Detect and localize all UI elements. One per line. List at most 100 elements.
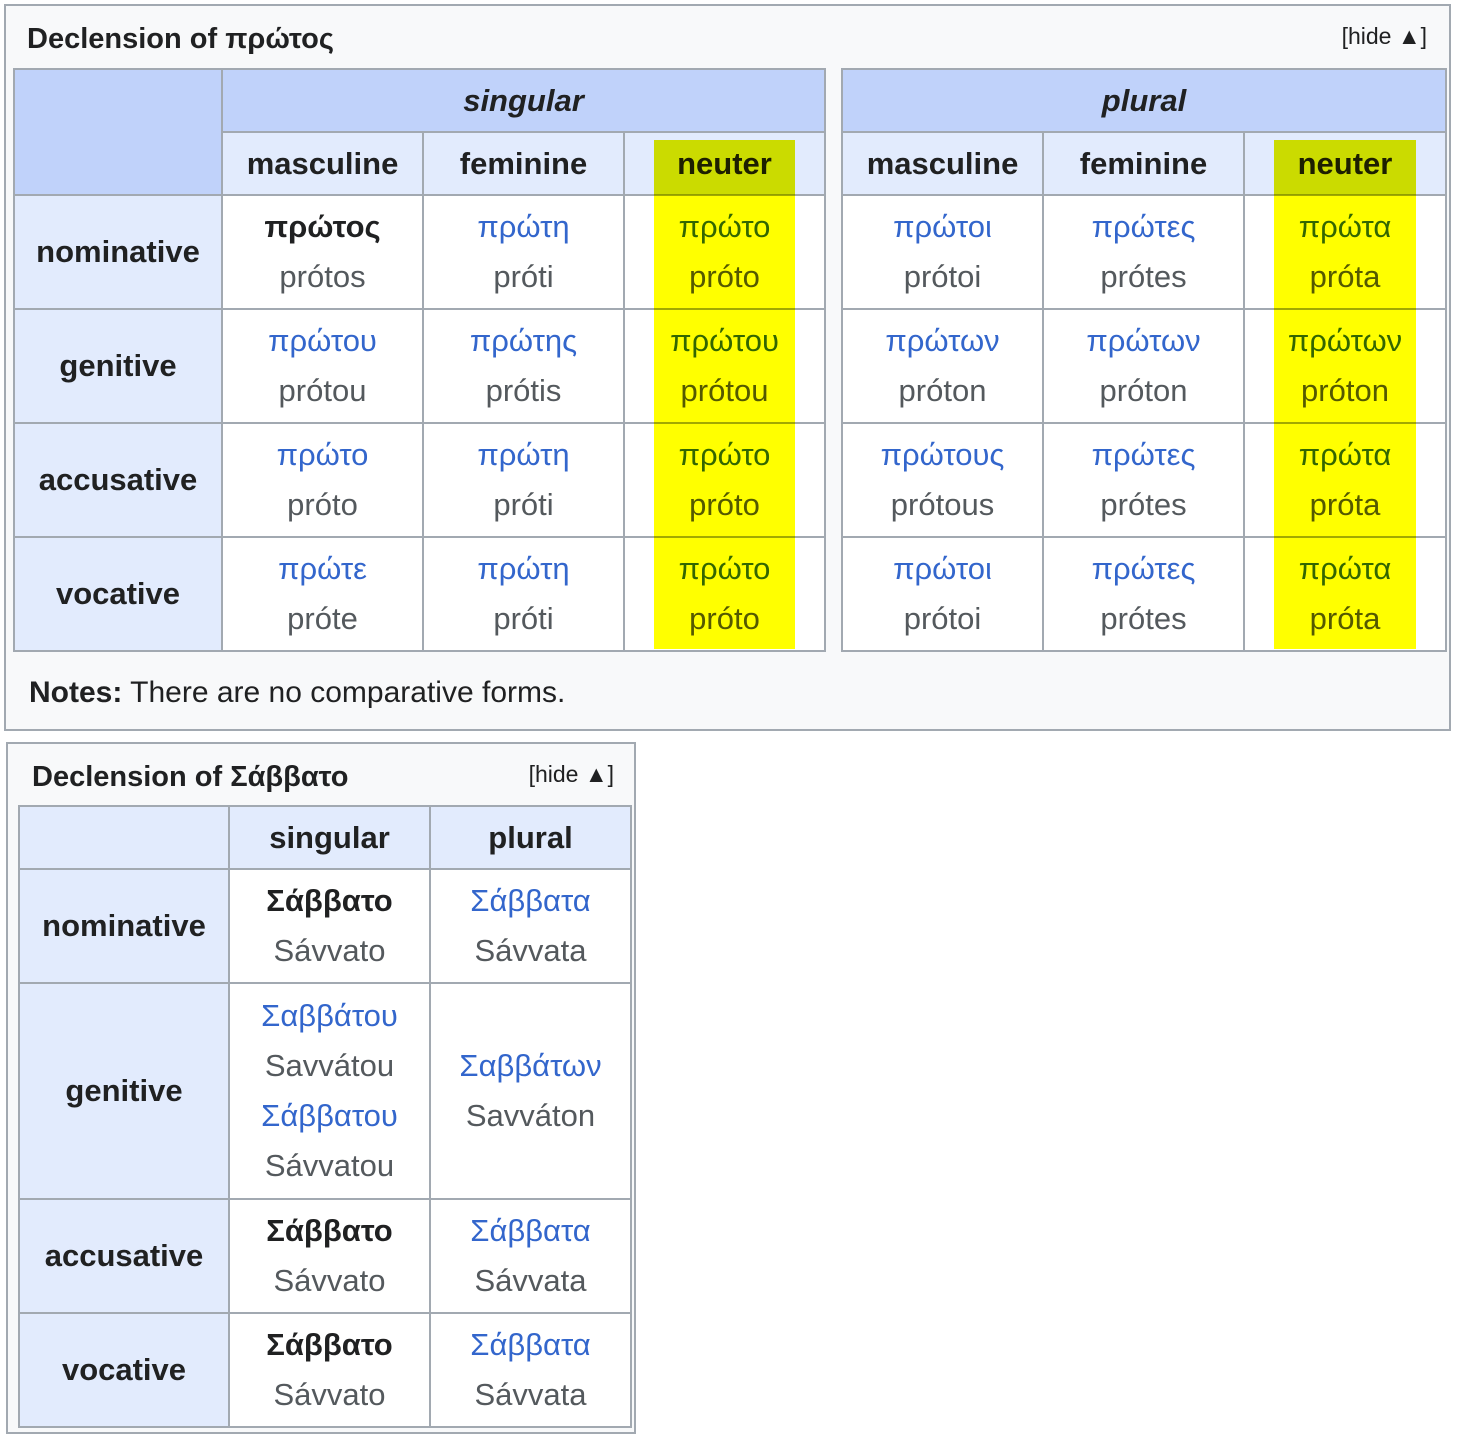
transliteration: prótoi bbox=[903, 259, 982, 294]
form-cell: πρώτες prótes bbox=[1042, 422, 1245, 538]
form-cell: πρώτο próto bbox=[622, 536, 827, 652]
form-cell: πρώτος prótos bbox=[221, 194, 424, 310]
transliteration: prótous bbox=[890, 487, 995, 522]
greek-form-link[interactable]: Σαββάτου bbox=[230, 991, 429, 1041]
plural-table: plural masculine feminine neuter πρώτοι p… bbox=[840, 68, 1448, 652]
headword-form: Σάββατο bbox=[266, 1327, 393, 1362]
case-header: accusative bbox=[13, 422, 223, 538]
greek-form-link[interactable]: πρώτα bbox=[1245, 202, 1445, 252]
form-cell: πρώτων próton bbox=[841, 308, 1044, 424]
transliteration: próto bbox=[689, 487, 760, 522]
transliteration: próton bbox=[898, 373, 987, 408]
transliteration: prótou bbox=[278, 373, 367, 408]
greek-form-link[interactable]: πρώτη bbox=[424, 430, 623, 480]
transliteration: prótos bbox=[279, 259, 366, 294]
transliteration: próto bbox=[287, 487, 358, 522]
transliteration: prótes bbox=[1100, 487, 1187, 522]
form-cell: πρώτων próton bbox=[1242, 308, 1448, 424]
declension-title: Declension of πρώτος bbox=[27, 23, 334, 55]
greek-form-link[interactable]: πρώτο bbox=[625, 544, 824, 594]
transliteration: Sávvata bbox=[474, 933, 587, 968]
greek-form-link[interactable]: πρώτο bbox=[223, 430, 422, 480]
greek-form-link[interactable]: πρώτων bbox=[843, 316, 1042, 366]
greek-form-link[interactable]: Σάββατα bbox=[431, 876, 630, 926]
form-cell: πρώτη próti bbox=[422, 536, 625, 652]
form-cell: πρώτο próto bbox=[622, 194, 827, 310]
form-cell: πρώτη próti bbox=[422, 422, 625, 538]
transliteration: prótes bbox=[1100, 601, 1187, 636]
neuter-header: neuter bbox=[1242, 131, 1448, 196]
greek-form-link[interactable]: Σάββατα bbox=[431, 1206, 630, 1256]
transliteration: próti bbox=[493, 487, 554, 522]
form-cell: πρώτοι prótoi bbox=[841, 536, 1044, 652]
singular-cell: Σάββατο Sávvato bbox=[228, 1198, 431, 1314]
case-row-genitive: πρώτων próton πρώτων próton πρώτων próton bbox=[841, 308, 1448, 424]
headword-form: πρώτος bbox=[264, 209, 381, 244]
greek-form-link[interactable]: πρώτε bbox=[223, 544, 422, 594]
greek-form-link[interactable]: πρώτες bbox=[1044, 202, 1243, 252]
notes-text: There are no comparative forms. bbox=[130, 676, 566, 709]
case-row-vocative: vocative πρώτε próte πρώτη próti πρώτο próto bbox=[13, 536, 827, 652]
greek-form-link[interactable]: πρώτους bbox=[843, 430, 1042, 480]
greek-form-link[interactable]: πρώτης bbox=[424, 316, 623, 366]
transliteration: próti bbox=[493, 601, 554, 636]
form-cell: πρώτους prótous bbox=[841, 422, 1044, 538]
masculine-header: masculine bbox=[841, 131, 1044, 196]
transliteration: próton bbox=[1099, 373, 1188, 408]
form-cell: πρώτε próte bbox=[221, 536, 424, 652]
greek-form-link[interactable]: πρώτα bbox=[1245, 430, 1445, 480]
form-cell: πρώτης prótis bbox=[422, 308, 625, 424]
greek-form-link[interactable]: πρώτων bbox=[1245, 316, 1445, 366]
greek-form-link[interactable]: Σάββατα bbox=[431, 1320, 630, 1370]
form-cell: πρώτοι prótoi bbox=[841, 194, 1044, 310]
greek-form-link[interactable]: πρώτοι bbox=[843, 544, 1042, 594]
greek-form-link[interactable]: πρώτοι bbox=[843, 202, 1042, 252]
singular-header: singular bbox=[228, 805, 431, 870]
greek-form-link[interactable]: Σαββάτων bbox=[431, 1041, 630, 1091]
case-header: vocative bbox=[18, 1312, 230, 1428]
feminine-header: feminine bbox=[1042, 131, 1245, 196]
declension-box-protos: Declension of πρώτος [hide ▲] singular m… bbox=[4, 4, 1451, 731]
notes: Notes: There are no comparative forms. bbox=[29, 676, 565, 710]
hide-toggle[interactable]: [hide ▲] bbox=[529, 761, 614, 788]
greek-form-link[interactable]: πρώτα bbox=[1245, 544, 1445, 594]
transliteration: próto bbox=[689, 259, 760, 294]
headword-form: Σάββατο bbox=[266, 1213, 393, 1248]
plural-header: plural bbox=[429, 805, 632, 870]
transliteration: prótes bbox=[1100, 259, 1187, 294]
greek-form-link[interactable]: πρώτου bbox=[625, 316, 824, 366]
greek-form-link[interactable]: Σάββατου bbox=[230, 1091, 429, 1141]
form-cell: πρώτα próta bbox=[1242, 194, 1448, 310]
greek-form-link[interactable]: πρώτες bbox=[1044, 430, 1243, 480]
transliteration: Sávvato bbox=[273, 1263, 386, 1298]
greek-form-link[interactable]: πρώτη bbox=[424, 544, 623, 594]
greek-form-link[interactable]: πρώτη bbox=[424, 202, 623, 252]
singular-header: singular bbox=[220, 68, 827, 133]
transliteration: próti bbox=[493, 259, 554, 294]
transliteration: próte bbox=[287, 601, 358, 636]
plural-header: plural bbox=[840, 68, 1448, 133]
singular-cell: Σαββάτου Savvátou Σάββατου Sávvatou bbox=[228, 982, 431, 1200]
greek-form-link[interactable]: πρώτο bbox=[625, 430, 824, 480]
form-cell: πρώτο próto bbox=[221, 422, 424, 538]
transliteration: próto bbox=[689, 601, 760, 636]
transliteration: próta bbox=[1309, 601, 1381, 636]
hide-toggle[interactable]: [hide ▲] bbox=[1342, 23, 1427, 50]
corner-header bbox=[18, 805, 230, 870]
headword-form: Σάββατο bbox=[266, 883, 393, 918]
greek-form-link[interactable]: πρώτων bbox=[1044, 316, 1243, 366]
savvato-table: singular plural nominative Σάββατο Sávvato… bbox=[18, 805, 632, 1428]
case-row-accusative: πρώτους prótous πρώτες prótes πρώτα próta bbox=[841, 422, 1448, 538]
greek-form-link[interactable]: πρώτες bbox=[1044, 544, 1243, 594]
form-cell: πρώτες prótes bbox=[1042, 194, 1245, 310]
transliteration: Sávvata bbox=[474, 1263, 587, 1298]
greek-form-link[interactable]: πρώτο bbox=[625, 202, 824, 252]
case-header: vocative bbox=[13, 536, 223, 652]
singular-table: singular masculine feminine neuter nomin… bbox=[13, 68, 827, 652]
greek-form-link[interactable]: πρώτου bbox=[223, 316, 422, 366]
transliteration: próta bbox=[1309, 487, 1381, 522]
plural-cell: Σάββατα Sávvata bbox=[429, 868, 632, 984]
case-header: genitive bbox=[13, 308, 223, 424]
case-row-accusative: accusative Σάββατο Sávvato Σάββατα Sávvata bbox=[18, 1198, 632, 1314]
transliteration: próton bbox=[1301, 373, 1389, 408]
